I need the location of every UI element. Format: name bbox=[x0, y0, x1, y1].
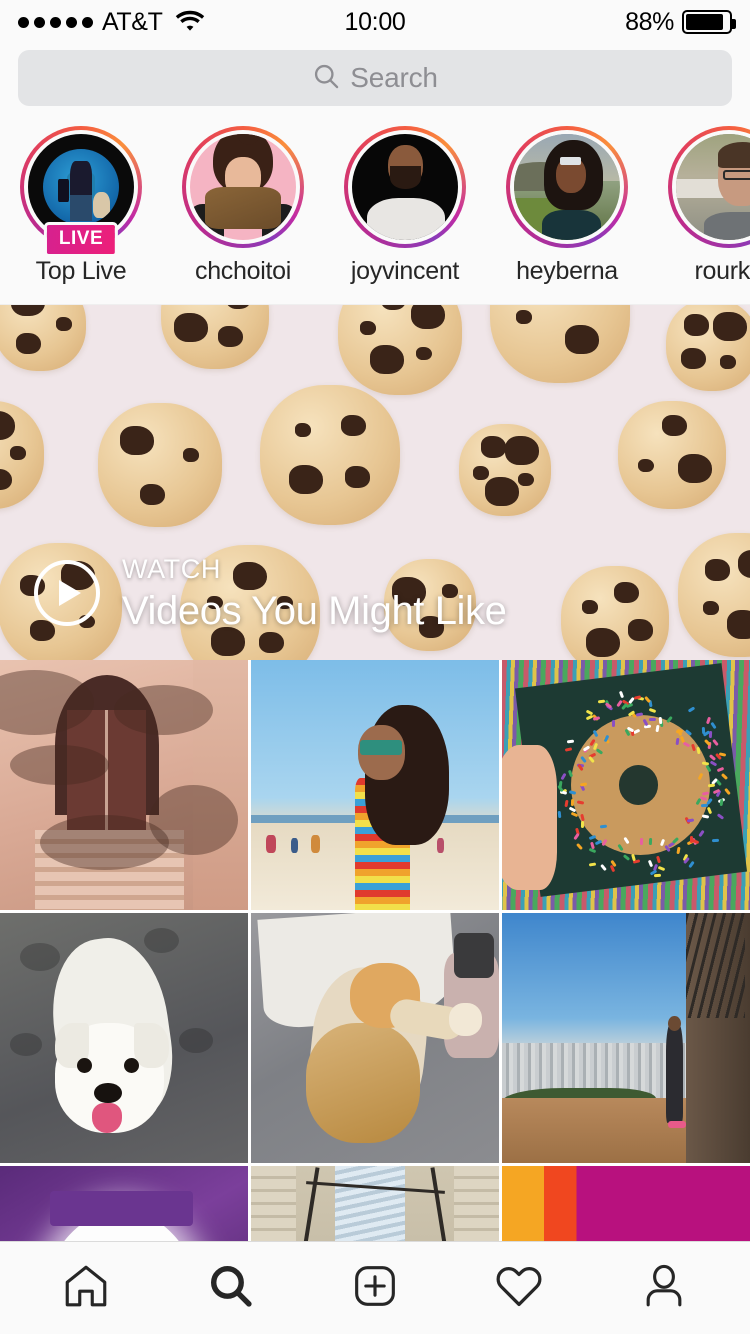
signal-strength-dots bbox=[18, 17, 93, 28]
watch-banner[interactable]: WATCH Videos You Might Like bbox=[0, 305, 750, 660]
play-circle-icon[interactable] bbox=[34, 560, 100, 626]
story-label: heyberna bbox=[516, 257, 618, 286]
grid-tile-beach-woman[interactable] bbox=[251, 660, 499, 910]
tab-activity[interactable] bbox=[473, 1242, 565, 1334]
heart-icon bbox=[493, 1260, 545, 1317]
status-bar-right: 88% bbox=[625, 8, 732, 37]
grid-tile-color-blocks[interactable] bbox=[502, 1166, 750, 1241]
grid-tile-pink-building[interactable] bbox=[0, 660, 248, 910]
story-item-chchoitoi[interactable]: chchoitoi bbox=[162, 126, 324, 286]
live-badge: LIVE bbox=[44, 222, 118, 257]
watch-banner-text: WATCH Videos You Might Like bbox=[122, 555, 507, 634]
search-placeholder: Search bbox=[350, 62, 438, 94]
person-icon bbox=[639, 1261, 689, 1316]
tab-add[interactable] bbox=[329, 1242, 421, 1334]
story-ring bbox=[182, 126, 304, 248]
story-item-joyvincent[interactable]: joyvincent bbox=[324, 126, 486, 286]
status-bar-left: AT&T bbox=[18, 8, 205, 37]
bottom-tab-bar bbox=[0, 1241, 750, 1334]
tab-profile[interactable] bbox=[618, 1242, 710, 1334]
instagram-explore-screen: AT&T 10:00 88% Search bbox=[0, 0, 750, 1334]
avatar bbox=[514, 134, 620, 240]
avatar bbox=[190, 134, 296, 240]
status-bar: AT&T 10:00 88% bbox=[0, 0, 750, 44]
explore-grid bbox=[0, 660, 750, 1241]
wifi-icon bbox=[175, 9, 205, 36]
avatar bbox=[352, 134, 458, 240]
watch-title: Videos You Might Like bbox=[122, 588, 507, 634]
avatar bbox=[676, 134, 750, 240]
home-icon bbox=[61, 1261, 111, 1316]
story-ring bbox=[668, 126, 750, 248]
tab-home[interactable] bbox=[40, 1242, 132, 1334]
story-label: rourke bbox=[694, 257, 750, 286]
story-label: Top Live bbox=[36, 257, 127, 286]
grid-tile-white-dog[interactable] bbox=[0, 913, 248, 1163]
story-ring bbox=[344, 126, 466, 248]
story-ring bbox=[506, 126, 628, 248]
story-item-rourke[interactable]: rourke bbox=[648, 126, 750, 286]
watch-banner-overlay: WATCH Videos You Might Like bbox=[0, 305, 750, 660]
story-label: joyvincent bbox=[351, 257, 459, 286]
stories-tray[interactable]: LIVE Top Live chchoitoi bbox=[0, 118, 750, 305]
search-bar-container: Search bbox=[0, 44, 750, 118]
battery-icon bbox=[682, 10, 732, 34]
plus-square-icon bbox=[350, 1261, 400, 1316]
carrier-label: AT&T bbox=[102, 8, 162, 37]
tab-search[interactable] bbox=[185, 1242, 277, 1334]
story-item-heyberna[interactable]: heyberna bbox=[486, 126, 648, 286]
search-input[interactable]: Search bbox=[18, 50, 732, 106]
story-label: chchoitoi bbox=[195, 257, 291, 286]
grid-tile-city-overlook[interactable] bbox=[502, 913, 750, 1163]
search-icon bbox=[312, 62, 340, 95]
search-icon bbox=[206, 1261, 256, 1316]
watch-kicker: WATCH bbox=[122, 555, 507, 585]
grid-tile-airplane-window[interactable] bbox=[0, 1166, 248, 1241]
grid-tile-orange-cat[interactable] bbox=[251, 913, 499, 1163]
grid-tile-sprinkle-donut[interactable] bbox=[502, 660, 750, 910]
battery-percent-label: 88% bbox=[625, 8, 674, 37]
story-item-top-live[interactable]: LIVE Top Live bbox=[0, 126, 162, 286]
grid-tile-station-roof[interactable] bbox=[251, 1166, 499, 1241]
